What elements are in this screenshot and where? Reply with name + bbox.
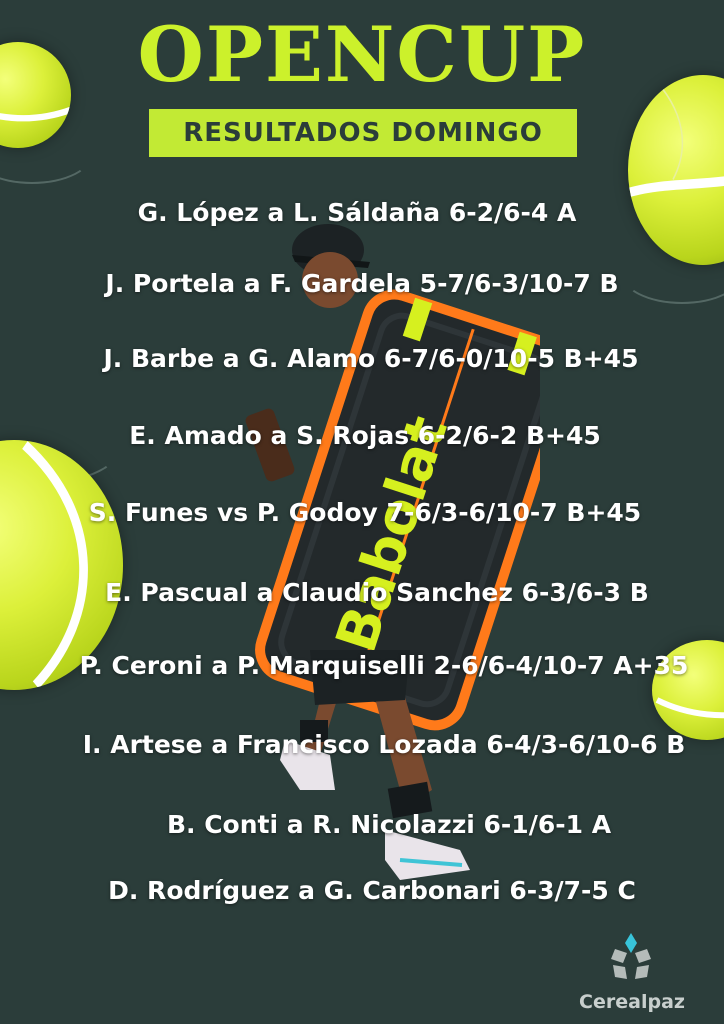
tennis-player-image: Babolat — [245, 224, 540, 880]
result-line: P. Ceroni a P. Marquiselli 2-6/6-4/10-7 … — [79, 651, 689, 680]
result-line: S. Funes vs P. Godoy 7-6/3-6/10-7 B+45 — [88, 498, 642, 527]
result-line: G. López a L. Sáldaña 6-2/6-4 A — [137, 198, 577, 227]
result-line: E. Amado a S. Rojas 6-2/6-2 B+45 — [129, 421, 601, 450]
result-line: B. Conti a R. Nicolazzi 6-1/6-1 A — [166, 810, 612, 839]
page-subtitle: RESULTADOS DOMINGO — [149, 109, 577, 157]
page-title: OPENCUP — [137, 10, 587, 99]
cerealpaz-logo-icon — [611, 933, 651, 979]
tennis-ball-icon — [628, 75, 724, 265]
sponsor-name: Cerealpaz — [579, 991, 685, 1013]
result-line: D. Rodríguez a G. Carbonari 6-3/7-5 C — [108, 876, 636, 905]
result-line: I. Artese a Francisco Lozada 6-4/3-6/10-… — [82, 730, 686, 759]
result-line: E. Pascual a Claudio Sanchez 6-3/6-3 B — [105, 578, 649, 607]
result-line: J. Barbe a G. Alamo 6-7/6-0/10-5 B+45 — [103, 344, 639, 373]
result-line: J. Portela a F. Gardela 5-7/6-3/10-7 B — [105, 269, 619, 298]
poster: Babolat OPENCUP RESULTADOS DOMINGO G. Ló… — [0, 0, 724, 1024]
